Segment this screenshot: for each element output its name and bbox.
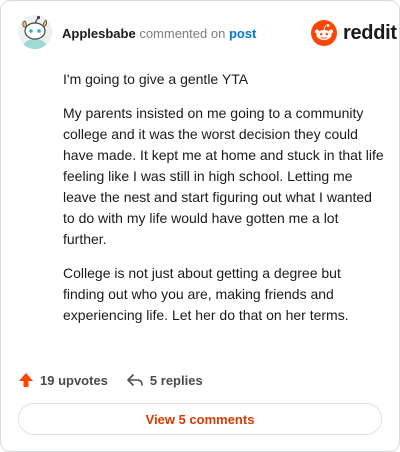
comment-actions: 19 upvotes 5 replies	[18, 368, 203, 392]
action-text: commented on	[139, 26, 226, 41]
upvote-arrow-icon	[19, 373, 33, 387]
reply-count: 5 replies	[149, 372, 203, 388]
reply-arrow-icon	[127, 374, 143, 386]
username[interactable]: Applesbabe	[62, 26, 136, 41]
post-link[interactable]: post	[229, 26, 256, 41]
upvote-count: 19 upvotes	[40, 372, 108, 388]
comment-paragraph-1: I'm going to give a gentle YTA	[63, 71, 249, 87]
comment-paragraph-3: College is not just about getting a degr…	[63, 265, 349, 323]
upvote-button[interactable]: 19 upvotes	[18, 372, 108, 388]
comment-body: I'm going to give a gentle YTA My parent…	[63, 69, 385, 339]
comment-paragraph-2: My parents insisted on me going to a com…	[63, 105, 384, 247]
brand-name: reddit	[343, 21, 397, 44]
reddit-logo-icon	[311, 20, 337, 46]
view-comments-button[interactable]: View 5 comments	[18, 403, 382, 435]
comment-card: Applesbabe commented on post reddit I'm …	[0, 0, 400, 452]
user-avatar[interactable]	[18, 15, 52, 49]
snoo-avatar-icon	[18, 15, 52, 49]
replies-button[interactable]: 5 replies	[126, 372, 203, 388]
comment-header: Applesbabe commented on post	[62, 26, 256, 41]
reddit-brand[interactable]: reddit	[311, 20, 397, 46]
